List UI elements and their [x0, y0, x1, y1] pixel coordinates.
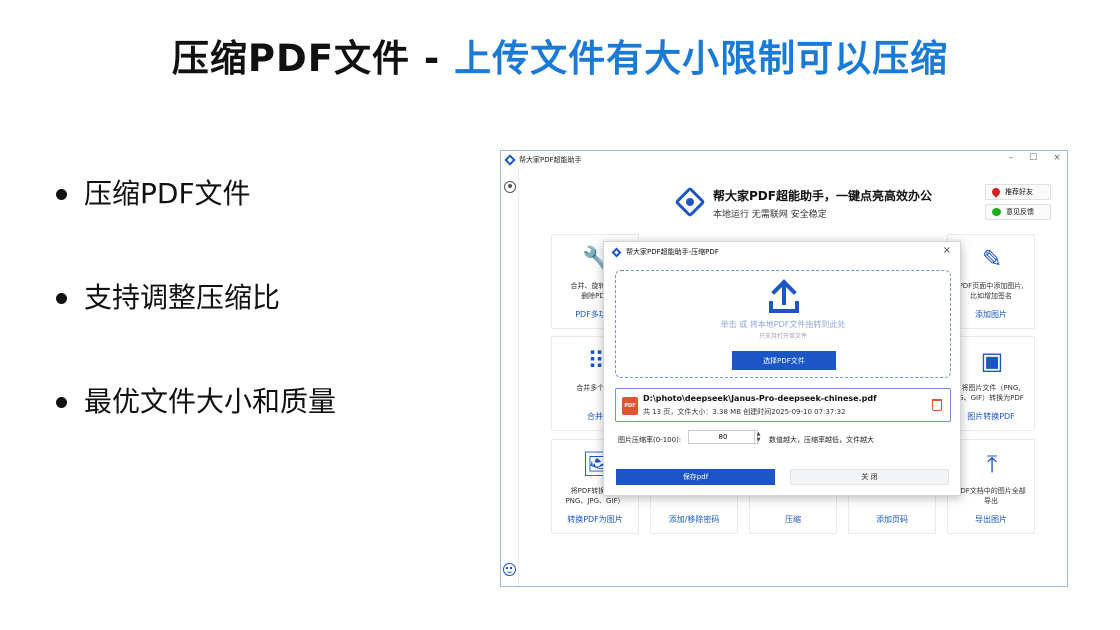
save-pdf-button[interactable]: 保存pdf: [616, 469, 775, 485]
tool-card-link[interactable]: 转换PDF为图片: [552, 514, 638, 525]
bullet-item: 最优文件大小和质量: [52, 378, 472, 482]
tool-card-link[interactable]: 添加页码: [849, 514, 935, 525]
file-meta: 共 13 页，文件大小：3.38 MB 创建时间2025-09-10 07:37…: [643, 408, 846, 416]
dialog-close-icon[interactable]: ×: [943, 245, 951, 256]
selected-file-row: PDF D:\photo\deepseek\Janus-Pro-deepseek…: [615, 388, 951, 422]
window-titlebar: 帮大家PDF超能助手: [501, 151, 1067, 169]
edit-icon: ✎: [981, 245, 1003, 273]
tool-card-link[interactable]: 压缩: [750, 514, 836, 525]
bullet-dot-icon: [56, 397, 67, 408]
bullet-list: 压缩PDF文件 支持调整压缩比 最优文件大小和质量: [52, 170, 472, 482]
file-name: D:\photo\deepseek\Janus-Pro-deepseek-chi…: [643, 394, 877, 403]
delete-file-icon[interactable]: [932, 399, 942, 411]
minimize-button[interactable]: –: [1001, 153, 1021, 163]
image-card-icon: ▣: [980, 347, 1004, 375]
drop-zone-text: 单击 或 将本地PDF文件拖转到此处: [720, 320, 846, 329]
close-dialog-button[interactable]: 关 闭: [790, 469, 949, 485]
compression-ratio-input[interactable]: [688, 430, 758, 444]
app-logo-icon: [504, 154, 516, 166]
bullet-text: 压缩PDF文件: [84, 177, 251, 210]
dialog-header: 帮大家PDF超能助手-压缩PDF: [604, 242, 960, 262]
tool-card-link[interactable]: 导出图片: [948, 514, 1034, 525]
window-title: 帮大家PDF超能助手: [519, 156, 582, 164]
recommend-button[interactable]: 推荐好友: [985, 184, 1051, 200]
export-icon: ⤒: [986, 450, 998, 478]
pdf-file-icon: PDF: [622, 397, 638, 415]
brand-logo-icon: [674, 186, 706, 218]
bullet-text: 最优文件大小和质量: [84, 385, 337, 418]
tool-card-desc: PDF页面中添加图片, 比如增加签名: [958, 282, 1024, 300]
sidebar: [501, 169, 519, 586]
slide-title: 压缩PDF文件 - 上传文件有大小限制可以压缩: [0, 28, 1120, 82]
slide-title-main: 压缩PDF文件 -: [171, 37, 455, 80]
bullet-dot-icon: [56, 293, 67, 304]
compression-ratio-note: 数值越大，压缩率越低，文件越大: [769, 436, 874, 444]
recommend-label: 推荐好友: [1005, 188, 1033, 196]
file-drop-zone[interactable]: 单击 或 将本地PDF文件拖转到此处 只支持打开单文件 选择PDF文件: [615, 270, 951, 378]
select-pdf-button[interactable]: 选择PDF文件: [732, 351, 836, 370]
ratio-stepper-icon[interactable]: ▲ ▼: [754, 431, 762, 444]
tool-card-link[interactable]: 添加/移除密码: [651, 514, 737, 525]
user-avatar-icon[interactable]: [504, 181, 516, 193]
compress-dialog: 帮大家PDF超能助手-压缩PDF × 单击 或 将本地PDF文件拖转到此处 只支…: [603, 241, 961, 496]
heart-icon: [990, 186, 1002, 198]
compression-ratio-label: 图片压缩率(0-100):: [618, 436, 682, 444]
dialog-title: 帮大家PDF超能助手-压缩PDF: [626, 248, 719, 256]
smiley-icon[interactable]: [503, 563, 516, 576]
bullet-item: 压缩PDF文件: [52, 170, 472, 274]
close-window-button[interactable]: ×: [1047, 153, 1067, 163]
wechat-icon: [992, 208, 1001, 216]
maximize-button[interactable]: ☐: [1023, 153, 1043, 163]
app-logo-icon: [611, 247, 622, 257]
feedback-button[interactable]: 意见反馈: [985, 204, 1051, 220]
app-header-subtitle: 本地运行 无需联网 安全稳定: [713, 210, 827, 220]
feedback-label: 意见反馈: [1006, 208, 1034, 216]
drop-zone-hint: 只支持打开单文件: [758, 333, 807, 340]
bullet-item: 支持调整压缩比: [52, 274, 472, 378]
bullet-dot-icon: [56, 189, 67, 200]
app-header-title: 帮大家PDF超能助手，一键点亮高效办公: [713, 189, 932, 203]
upload-icon: [765, 279, 803, 315]
tool-card-desc: PDF文档中的图片全部 导出: [956, 487, 1026, 505]
bullet-text: 支持调整压缩比: [84, 281, 281, 314]
slide-title-highlight: 上传文件有大小限制可以压缩: [454, 37, 949, 80]
tool-card-desc: 将图片文件（PNG, G、GIF）转换为PDF: [958, 384, 1024, 402]
